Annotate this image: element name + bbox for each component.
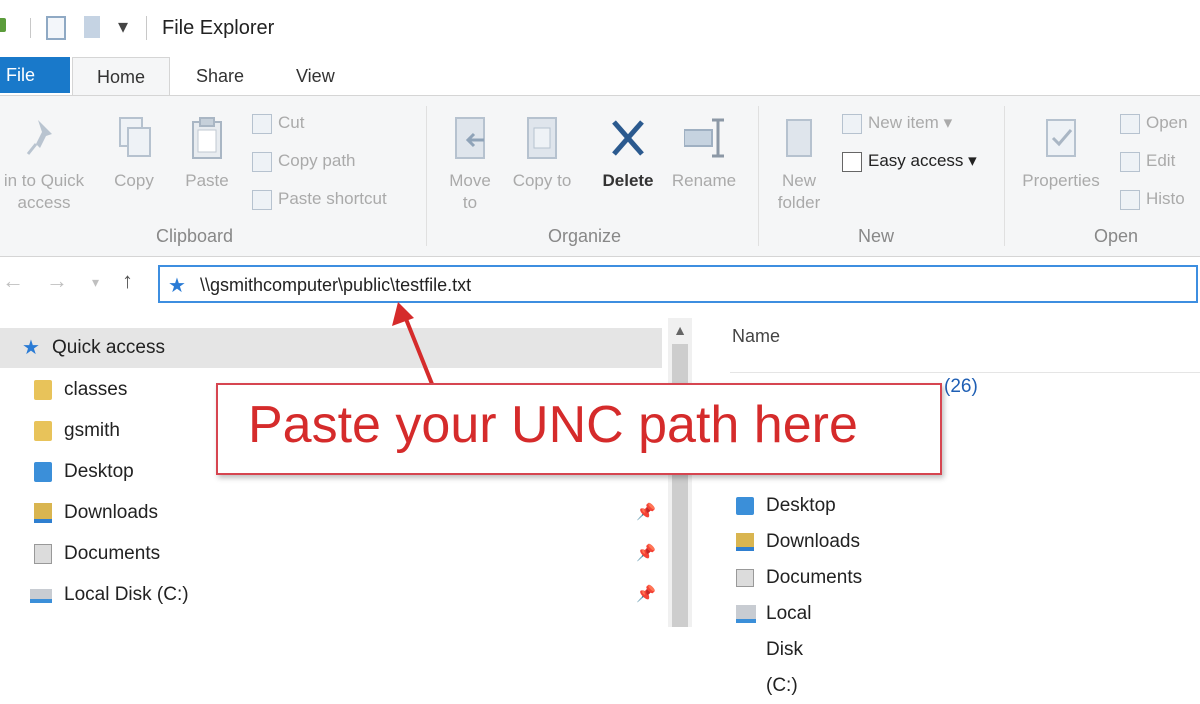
downloads-folder-icon	[736, 533, 754, 551]
nav-item-local-disk[interactable]: Local Disk (C:) 📌	[0, 575, 668, 615]
folder-icon	[34, 421, 52, 441]
callout-arrow-icon	[392, 302, 434, 385]
address-row: ← → ▾ ↑ ★ \\gsmithcomputer\public\testfi…	[0, 262, 1200, 310]
properties-quick-icon[interactable]	[46, 16, 66, 40]
history-button[interactable]: Histo	[1120, 186, 1185, 212]
copy-icon	[119, 117, 151, 157]
desktop-folder-icon	[34, 462, 52, 482]
pin-quick-access-button[interactable]: in to Quick access	[0, 114, 94, 214]
open-button[interactable]: Open	[1120, 110, 1188, 136]
folder-icon	[34, 380, 52, 400]
annotation-callout: Paste your UNC path here	[216, 383, 942, 475]
easy-access-button[interactable]: Easy access ▾	[842, 148, 977, 174]
back-arrow-icon[interactable]: ←	[2, 268, 24, 294]
local-disk-icon	[30, 589, 52, 603]
tab-view[interactable]: View	[296, 57, 335, 95]
rename-icon	[684, 118, 724, 158]
address-input[interactable]: \\gsmithcomputer\public\testfile.txt	[200, 275, 471, 296]
copy-path-button[interactable]: Copy path	[252, 148, 356, 174]
documents-folder-icon	[736, 569, 754, 587]
history-icon	[1120, 189, 1140, 210]
group-separator	[426, 106, 427, 246]
pin-icon[interactable]: 📌	[636, 575, 656, 615]
delete-button[interactable]: Delete	[596, 114, 660, 192]
delete-x-icon	[612, 120, 644, 156]
frequent-folders-count[interactable]: (26)	[944, 376, 978, 398]
copy-to-button[interactable]: Copy to	[512, 114, 572, 192]
new-item-button[interactable]: New item ▾	[842, 110, 952, 136]
column-header-name[interactable]: Name	[732, 326, 780, 347]
desktop-folder-icon	[736, 497, 754, 515]
ribbon: in to Quick access Copy Paste Cut Copy p…	[0, 95, 1200, 257]
easy-access-icon	[842, 151, 862, 172]
move-to-icon	[455, 117, 485, 159]
open-group-label: Open	[1094, 226, 1139, 246]
group-separator	[1004, 106, 1005, 246]
edit-button[interactable]: Edit	[1120, 148, 1175, 174]
forward-arrow-icon[interactable]: →	[46, 268, 68, 294]
new-group-label: New	[858, 226, 895, 246]
paste-shortcut-button[interactable]: Paste shortcut	[252, 186, 387, 212]
app-icon	[0, 18, 6, 32]
nav-item-downloads[interactable]: Downloads 📌	[0, 493, 668, 533]
downloads-folder-icon	[34, 503, 52, 523]
new-folder-quick-icon[interactable]	[84, 16, 100, 38]
tab-file[interactable]: File	[0, 57, 70, 93]
ribbon-tabs: File Home Share View	[0, 55, 1200, 98]
group-separator	[758, 106, 759, 246]
quick-toolbar-separator	[30, 18, 31, 38]
edit-icon	[1120, 151, 1140, 172]
paste-icon	[192, 117, 222, 159]
copy-button[interactable]: Copy	[108, 114, 160, 192]
new-folder-icon	[786, 119, 812, 157]
pin-icon[interactable]: 📌	[636, 534, 656, 574]
open-icon	[1120, 113, 1140, 134]
quick-access-pin-icon: ★	[168, 275, 186, 297]
callout-text: Paste your UNC path here	[248, 396, 858, 454]
header-divider	[730, 372, 1200, 373]
star-icon: ★	[22, 337, 40, 359]
copy-path-icon	[252, 151, 272, 172]
new-folder-button[interactable]: New folder	[770, 114, 828, 214]
move-to-button[interactable]: Move to	[440, 114, 500, 214]
recent-locations-chevron-icon[interactable]: ▾	[92, 274, 99, 291]
organize-group-label: Organize	[548, 226, 622, 246]
nav-item-documents[interactable]: Documents 📌	[0, 534, 668, 574]
local-disk-icon	[736, 605, 756, 623]
tab-home[interactable]: Home	[72, 57, 170, 98]
clipboard-group-label: Clipboard	[156, 226, 234, 246]
title-separator	[146, 16, 147, 40]
rename-button[interactable]: Rename	[668, 114, 740, 192]
paste-shortcut-icon	[252, 189, 272, 210]
tab-share[interactable]: Share	[196, 57, 244, 95]
scissors-icon	[252, 113, 272, 134]
cut-button[interactable]: Cut	[252, 110, 304, 136]
properties-check-icon	[1046, 119, 1076, 157]
new-item-icon	[842, 113, 862, 134]
scroll-up-chevron-icon[interactable]: ▲	[668, 318, 692, 342]
title-bar: ▾ File Explorer	[0, 0, 1200, 55]
customize-toolbar-chevron-icon[interactable]: ▾	[118, 14, 128, 39]
address-bar[interactable]: ★ \\gsmithcomputer\public\testfile.txt	[158, 265, 1198, 303]
up-arrow-icon[interactable]: ↑	[122, 268, 133, 294]
copy-to-icon	[527, 117, 557, 159]
properties-button[interactable]: Properties	[1014, 114, 1108, 192]
pin-icon[interactable]: 📌	[636, 493, 656, 533]
window-title: File Explorer	[162, 17, 275, 39]
pin-icon	[26, 120, 52, 155]
nav-item-quick-access[interactable]: ★ Quick access	[0, 328, 662, 368]
documents-folder-icon	[34, 544, 52, 564]
paste-button[interactable]: Paste	[180, 114, 234, 192]
